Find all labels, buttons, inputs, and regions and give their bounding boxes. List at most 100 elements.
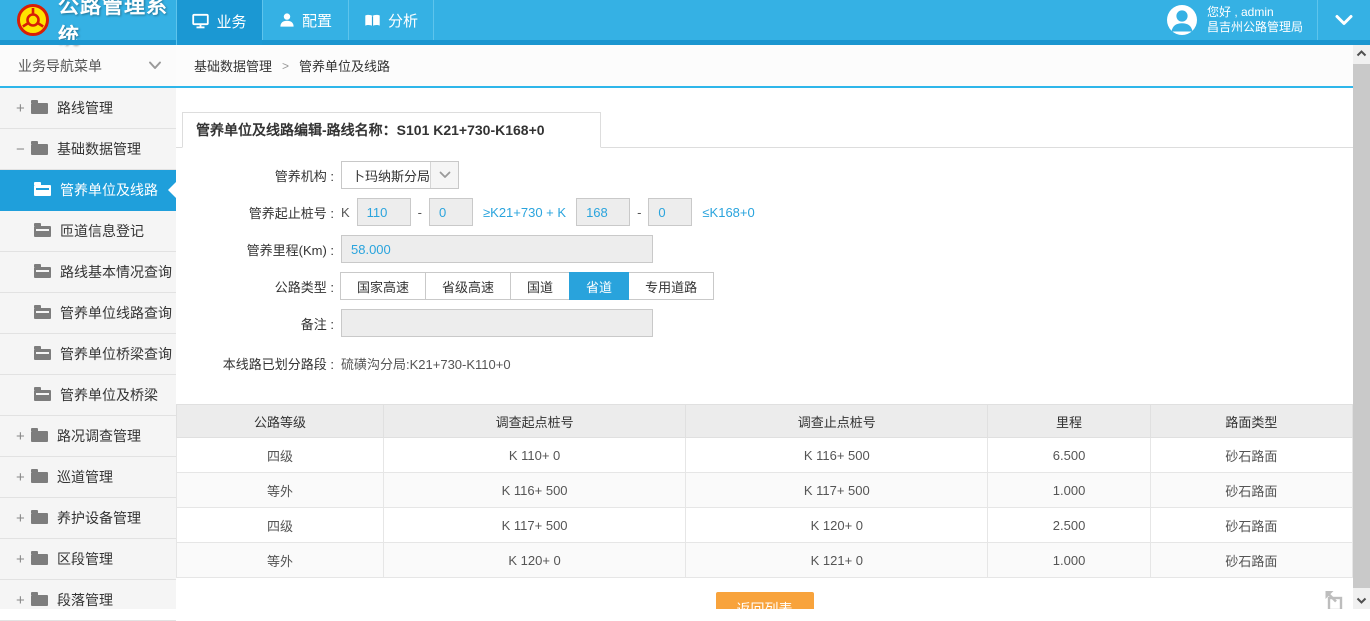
breadcrumb-item-basic-data[interactable]: 基础数据管理 bbox=[194, 56, 272, 75]
cell-mileage: 1.000 bbox=[988, 473, 1150, 508]
stake-min-constraint: ≥K21+730 + K bbox=[483, 205, 566, 220]
tab-config[interactable]: 配置 bbox=[262, 0, 348, 40]
road-type-label: 公路类型 : bbox=[176, 277, 341, 296]
cell-start-stake: K 116+ 500 bbox=[383, 473, 685, 508]
cell-start-stake: K 120+ 0 bbox=[383, 543, 685, 578]
org-select[interactable]: 卜玛纳斯分局 bbox=[341, 161, 459, 189]
tab-analysis[interactable]: 分析 bbox=[348, 0, 434, 40]
stake-label: 管养起止桩号 : bbox=[176, 203, 341, 222]
user-menu-chevron-down-icon[interactable] bbox=[1318, 0, 1370, 40]
sidebar-item-unit-line-query[interactable]: 管养单位线路查询 bbox=[0, 293, 176, 334]
sidebar-item-ramp-info[interactable]: 匝道信息登记 bbox=[0, 211, 176, 252]
cell-end-stake: K 116+ 500 bbox=[686, 438, 988, 473]
expand-plus-icon[interactable]: + bbox=[16, 428, 31, 445]
expand-plus-icon[interactable]: + bbox=[16, 510, 31, 527]
road-type-special-road-button[interactable]: 专用道路 bbox=[628, 272, 714, 300]
cell-road-grade: 等外 bbox=[177, 543, 384, 578]
cell-road-grade: 四级 bbox=[177, 438, 384, 473]
stake-end-m-input[interactable] bbox=[648, 198, 692, 226]
form-row-road-type: 公路类型 : 国家高速 省级高速 国道 省道 专用道路 bbox=[176, 271, 1353, 301]
stake-start-km-input[interactable] bbox=[357, 198, 411, 226]
sidebar-item-label: 路况调查管理 bbox=[57, 426, 141, 446]
edit-tab-title[interactable]: 管养单位及线路编辑-路线名称：S101 K21+730-K168+0 bbox=[182, 112, 601, 148]
expand-plus-icon[interactable]: + bbox=[16, 551, 31, 568]
scrollbar-thumb[interactable] bbox=[1353, 64, 1370, 588]
back-to-list-button[interactable]: 返回列表 bbox=[716, 592, 814, 609]
user-info[interactable]: 您好 , admin 昌吉州公路管理局 bbox=[1165, 3, 1317, 37]
stake-dash: - bbox=[418, 205, 422, 220]
cell-start-stake: K 110+ 0 bbox=[383, 438, 685, 473]
cell-road-grade: 四级 bbox=[177, 508, 384, 543]
sidebar-item-basic-data-mgmt[interactable]: − 基础数据管理 bbox=[0, 129, 176, 170]
scroll-up-chevron-icon[interactable] bbox=[1353, 45, 1370, 62]
user-text: 您好 , admin 昌吉州公路管理局 bbox=[1207, 5, 1303, 35]
cell-start-stake: K 117+ 500 bbox=[383, 508, 685, 543]
vertical-scrollbar[interactable] bbox=[1353, 45, 1370, 609]
divided-sections-label: 本线路已划分路段 : bbox=[176, 354, 341, 373]
avatar-icon bbox=[1165, 3, 1199, 37]
sidebar-item-maintenance-unit-lines[interactable]: 管养单位及线路 bbox=[0, 170, 176, 211]
mileage-input[interactable] bbox=[341, 235, 653, 263]
export-arrow-icon[interactable] bbox=[1321, 588, 1347, 609]
top-nav: 业务 配置 分析 bbox=[176, 0, 434, 45]
cell-road-grade: 等外 bbox=[177, 473, 384, 508]
sidebar-item-label: 管养单位及线路 bbox=[60, 180, 158, 200]
stake-end-km-input[interactable] bbox=[576, 198, 630, 226]
sidebar-item-unit-bridge-query[interactable]: 管养单位桥梁查询 bbox=[0, 334, 176, 375]
table-row: 四级 K 117+ 500 K 120+ 0 2.500 砂石路面 bbox=[177, 508, 1353, 543]
col-mileage: 里程 bbox=[988, 405, 1150, 438]
user-icon bbox=[279, 12, 295, 28]
tab-business[interactable]: 业务 bbox=[176, 0, 262, 45]
sidebar-item-label: 管养单位桥梁查询 bbox=[60, 344, 172, 364]
expand-plus-icon[interactable]: + bbox=[16, 592, 31, 609]
expand-plus-icon[interactable]: + bbox=[16, 469, 31, 486]
table-header-row: 公路等级 调查起点桩号 调查止点桩号 里程 路面类型 bbox=[177, 405, 1353, 438]
sidebar-item-section-mgmt[interactable]: + 区段管理 bbox=[0, 539, 176, 580]
road-type-national-road-button[interactable]: 国道 bbox=[510, 272, 570, 300]
col-road-grade: 公路等级 bbox=[177, 405, 384, 438]
scroll-down-chevron-icon[interactable] bbox=[1353, 592, 1370, 609]
mileage-label: 管养里程(Km) : bbox=[176, 240, 341, 259]
col-survey-start-stake: 调查起点桩号 bbox=[383, 405, 685, 438]
sidebar-item-paragraph-mgmt[interactable]: + 段落管理 bbox=[0, 580, 176, 621]
sidebar-item-road-condition-mgmt[interactable]: + 路况调查管理 bbox=[0, 416, 176, 457]
expand-plus-icon[interactable]: + bbox=[16, 100, 31, 117]
user-area: 您好 , admin 昌吉州公路管理局 bbox=[1165, 0, 1370, 40]
cell-end-stake: K 120+ 0 bbox=[686, 508, 988, 543]
folder-icon bbox=[34, 226, 51, 237]
edit-tabbar: 管养单位及线路编辑-路线名称：S101 K21+730-K168+0 bbox=[176, 112, 1353, 148]
table-row: 等外 K 120+ 0 K 121+ 0 1.000 砂石路面 bbox=[177, 543, 1353, 578]
cell-mileage: 1.000 bbox=[988, 543, 1150, 578]
remark-input[interactable] bbox=[341, 309, 653, 337]
collapse-minus-icon[interactable]: − bbox=[16, 141, 31, 158]
cell-end-stake: K 117+ 500 bbox=[686, 473, 988, 508]
road-type-provincial-expressway-button[interactable]: 省级高速 bbox=[425, 272, 511, 300]
form-row-stakes: 管养起止桩号 : K - ≥K21+730 + K - ≤K168+0 bbox=[176, 197, 1353, 227]
monitor-icon bbox=[192, 13, 209, 29]
road-type-national-expressway-button[interactable]: 国家高速 bbox=[340, 272, 426, 300]
breadcrumb-item-current[interactable]: 管养单位及线路 bbox=[299, 56, 390, 75]
sidebar-header[interactable]: 业务导航菜单 bbox=[0, 45, 176, 88]
sidebar-item-patrol-mgmt[interactable]: + 巡道管理 bbox=[0, 457, 176, 498]
stake-k-prefix: K bbox=[341, 205, 350, 220]
org-label: 管养机构 : bbox=[176, 166, 341, 185]
app-header: 公路管理系统 业务 配置 bbox=[0, 0, 1370, 45]
user-greeting: 您好 , admin bbox=[1207, 5, 1303, 20]
divided-sections-value: 硫磺沟分局:K21+730-K110+0 bbox=[341, 354, 511, 373]
sidebar-item-equipment-mgmt[interactable]: + 养护设备管理 bbox=[0, 498, 176, 539]
edit-form: 管养机构 : 卜玛纳斯分局 管养起止桩号 : K - ≥K21+730 + K … bbox=[176, 148, 1353, 378]
org-select-value: 卜玛纳斯分局 bbox=[342, 166, 430, 185]
folder-icon bbox=[31, 472, 48, 483]
folder-icon bbox=[34, 390, 51, 401]
select-chevron-down-icon[interactable] bbox=[430, 162, 458, 188]
sidebar-item-unit-bridges[interactable]: 管养单位及桥梁 bbox=[0, 375, 176, 416]
road-type-provincial-road-button[interactable]: 省道 bbox=[569, 272, 629, 300]
survey-table: 公路等级 调查起点桩号 调查止点桩号 里程 路面类型 四级 K 110+ 0 K… bbox=[176, 404, 1353, 578]
stake-start-m-input[interactable] bbox=[429, 198, 473, 226]
sidebar-item-route-mgmt[interactable]: + 路线管理 bbox=[0, 88, 176, 129]
remark-label: 备注 : bbox=[176, 314, 341, 333]
breadcrumb: 基础数据管理 > 管养单位及线路 bbox=[176, 45, 1353, 88]
cell-mileage: 2.500 bbox=[988, 508, 1150, 543]
sidebar-item-route-basic-query[interactable]: 路线基本情况查询 bbox=[0, 252, 176, 293]
table-row: 等外 K 116+ 500 K 117+ 500 1.000 砂石路面 bbox=[177, 473, 1353, 508]
